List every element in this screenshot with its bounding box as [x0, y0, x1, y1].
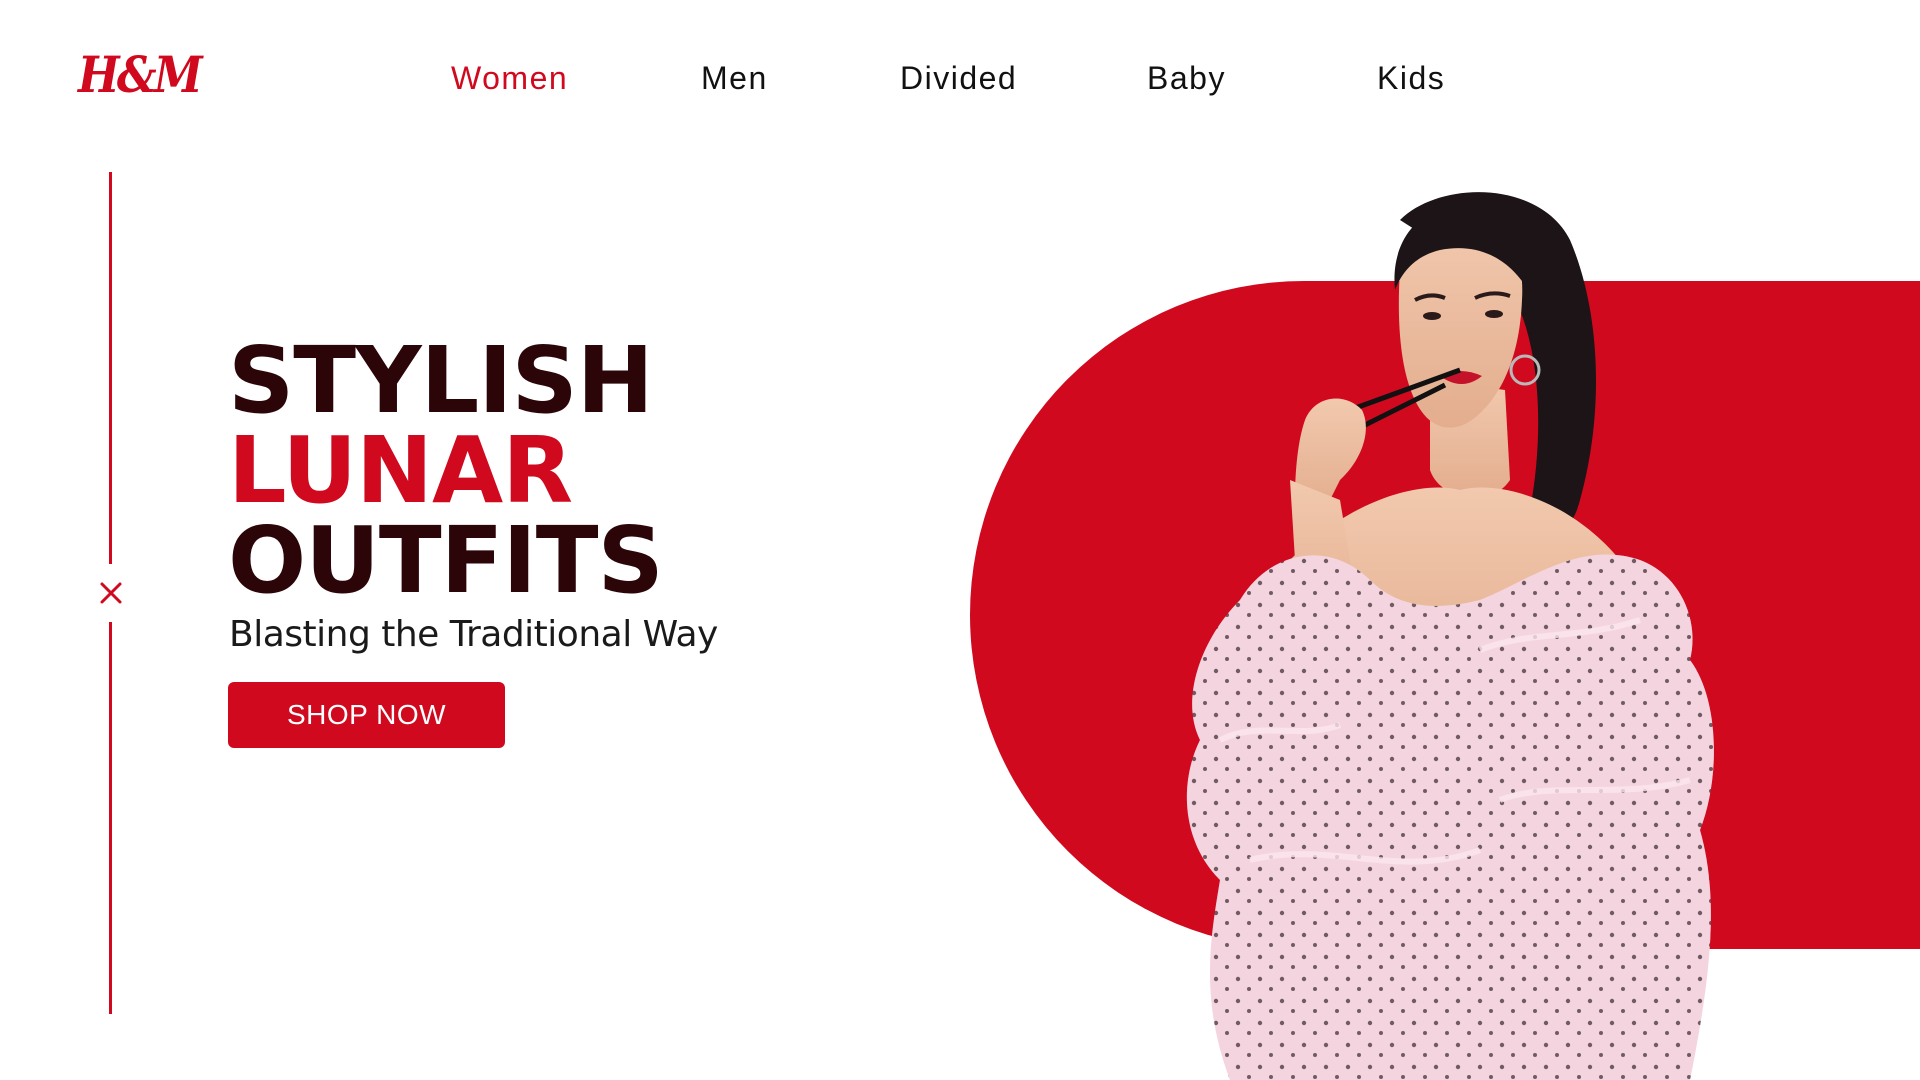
- nav-item-men[interactable]: Men: [701, 60, 768, 97]
- vertical-divider-bottom: [109, 622, 112, 1014]
- close-icon[interactable]: [96, 578, 126, 608]
- headline-line-2: LUNAR: [228, 417, 573, 524]
- nav-item-baby[interactable]: Baby: [1147, 60, 1226, 97]
- main-nav: Women Men Divided Baby Kids: [0, 60, 1920, 110]
- model-photo: [1186, 192, 1714, 1080]
- vertical-divider-top: [109, 172, 112, 564]
- hero-subtitle: Blasting the Traditional Way: [229, 614, 718, 655]
- headline-line-1: STYLISH: [228, 327, 654, 434]
- nav-item-divided[interactable]: Divided: [900, 60, 1017, 97]
- headline-line-3: OUTFITS: [228, 507, 664, 614]
- nav-item-kids[interactable]: Kids: [1377, 60, 1445, 97]
- landing-page: H&M Women Men Divided Baby Kids STYLISH …: [0, 0, 1920, 1080]
- hero-headline: STYLISH LUNAR OUTFITS: [228, 327, 664, 614]
- shop-now-button[interactable]: SHOP NOW: [228, 682, 505, 748]
- nav-item-women[interactable]: Women: [451, 60, 568, 97]
